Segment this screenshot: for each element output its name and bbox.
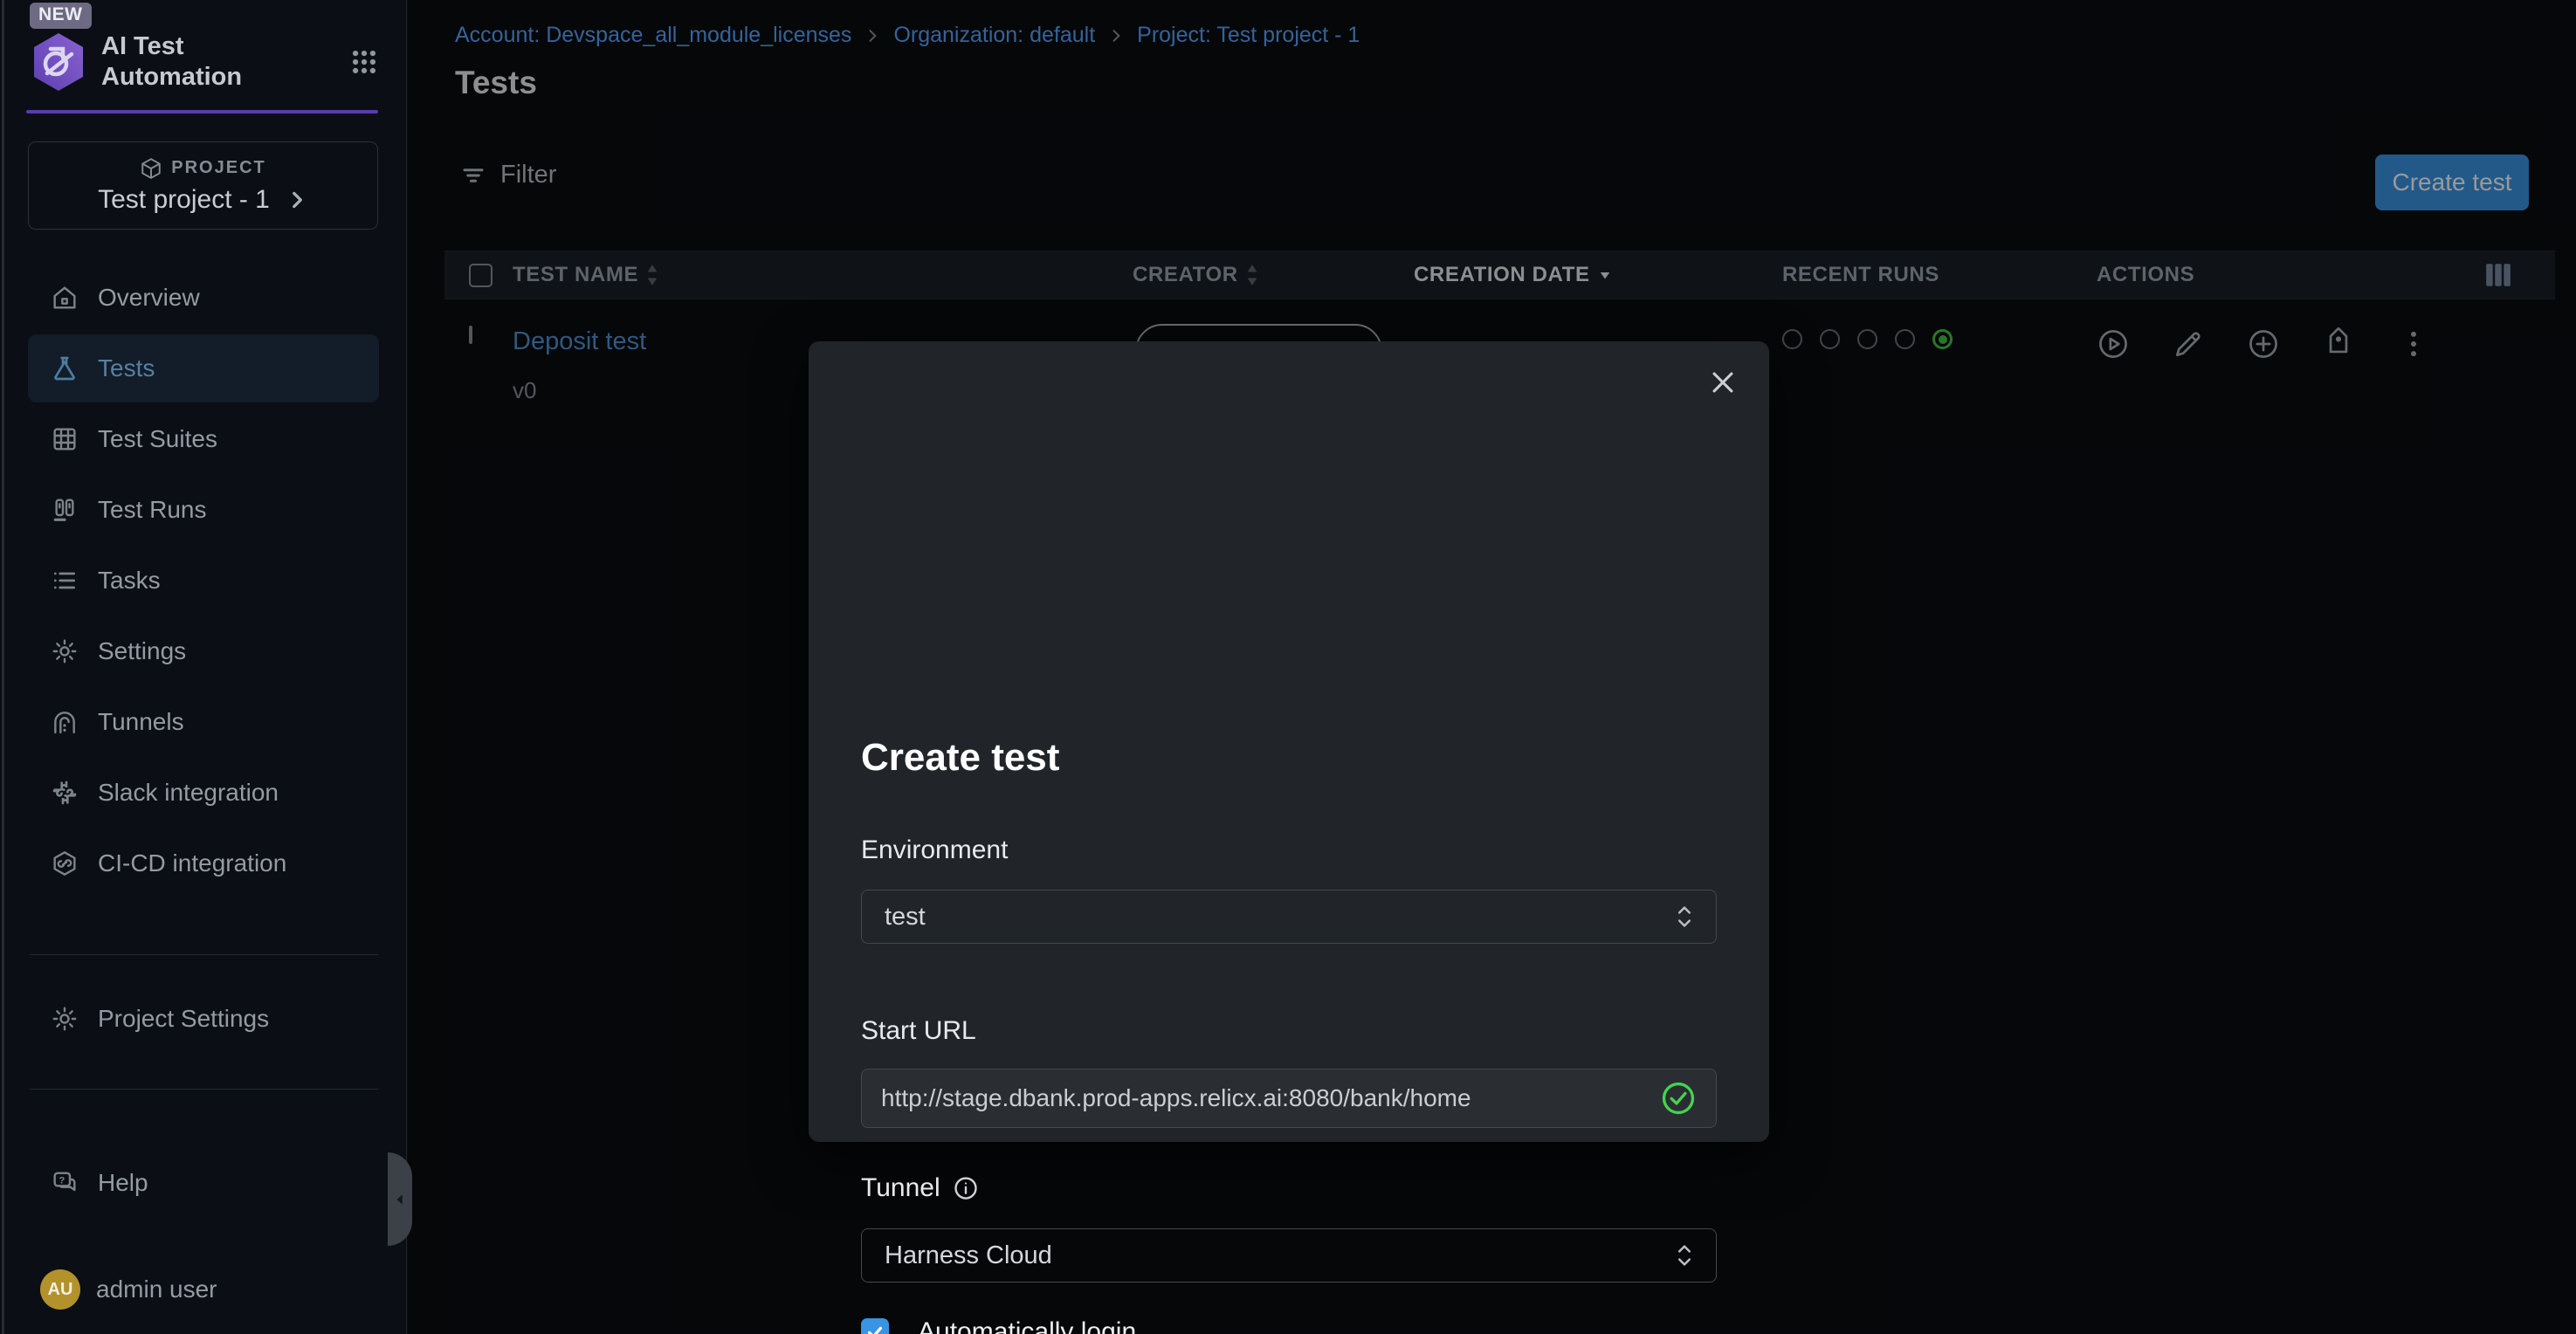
sidebar-item-label: Slack integration	[98, 779, 279, 807]
sidebar-item-label: Tunnels	[98, 708, 184, 736]
svg-text:?: ?	[59, 1176, 65, 1186]
brand: AI Test Automation	[30, 31, 379, 93]
tunnel-icon	[51, 708, 79, 736]
start-url-label: Start URL	[861, 1016, 976, 1046]
home-icon	[51, 284, 79, 312]
cicd-icon	[51, 849, 79, 877]
chevron-right-icon	[286, 189, 308, 211]
sidebar-collapse-handle[interactable]	[388, 1152, 412, 1246]
sidebar-item-test-suites[interactable]: Test Suites	[28, 405, 379, 473]
auto-login-checkbox[interactable]	[861, 1318, 889, 1334]
sidebar-item-tests[interactable]: Tests	[28, 334, 379, 402]
app-logo-icon	[30, 31, 87, 93]
sidebar-item-slack-integration[interactable]: Slack integration	[28, 759, 379, 827]
sidebar-item-overview[interactable]: Overview	[28, 264, 379, 332]
app-name: AI Test Automation	[101, 31, 285, 93]
sidebar-item-label: Tests	[98, 354, 155, 382]
gear-icon	[51, 637, 79, 665]
sidebar-item-tunnels[interactable]: Tunnels	[28, 688, 379, 756]
project-label: PROJECT	[171, 158, 265, 178]
app-root: NEW AI Test Automation	[0, 0, 2576, 1334]
check-icon	[865, 1323, 885, 1334]
slack-icon	[51, 779, 79, 807]
valid-check-icon	[1660, 1080, 1697, 1117]
sidebar-nav: Overview Tests Test Suites Test Runs	[0, 261, 407, 900]
project-selector[interactable]: PROJECT Test project - 1	[28, 141, 378, 230]
start-url-field	[861, 1069, 1717, 1128]
sidebar-item-label: Test Suites	[98, 425, 217, 453]
info-icon[interactable]	[953, 1175, 979, 1201]
sidebar-item-cicd-integration[interactable]: CI-CD integration	[28, 829, 379, 897]
sidebar-item-tasks[interactable]: Tasks	[28, 547, 379, 615]
start-url-input[interactable]	[881, 1084, 1660, 1112]
window-edge	[2, 0, 4, 1334]
sidebar-divider	[30, 1089, 378, 1090]
sidebar-item-label: Tasks	[98, 567, 161, 595]
close-icon[interactable]	[1708, 368, 1738, 397]
tunnel-label: Tunnel	[861, 1173, 979, 1203]
user-menu[interactable]: AU admin user	[28, 1255, 379, 1324]
test-runs-icon	[51, 496, 79, 524]
sidebar-item-test-runs[interactable]: Test Runs	[28, 476, 379, 544]
grid-icon	[51, 425, 79, 453]
select-chevrons-icon	[1676, 1242, 1693, 1269]
sidebar-item-label: Project Settings	[98, 1005, 269, 1033]
sidebar-item-label: Settings	[98, 637, 186, 665]
auto-login-label: Automatically login	[918, 1317, 1136, 1334]
avatar: AU	[40, 1269, 80, 1310]
select-chevrons-icon	[1676, 904, 1693, 930]
environment-label: Environment	[861, 835, 1008, 865]
sidebar-item-help[interactable]: ? Help	[28, 1149, 379, 1217]
user-name: admin user	[96, 1276, 217, 1303]
sidebar-item-label: Help	[98, 1169, 148, 1197]
help-chat-icon: ?	[51, 1169, 79, 1197]
environment-select[interactable]: test	[861, 890, 1717, 944]
sidebar-item-project-settings[interactable]: Project Settings	[28, 985, 379, 1053]
flask-icon	[51, 354, 79, 382]
auto-login-row: Automatically login	[861, 1317, 1136, 1334]
task-list-icon	[51, 567, 79, 595]
sidebar-item-label: Overview	[98, 284, 200, 312]
tunnel-select[interactable]: Harness Cloud	[861, 1228, 1717, 1282]
modal-title: Create test	[861, 736, 1059, 780]
app-grid-icon[interactable]	[349, 47, 379, 77]
project-name: Test project - 1	[98, 185, 270, 215]
brand-divider	[26, 110, 378, 113]
chevron-left-icon	[390, 1190, 410, 1209]
gear-icon	[51, 1005, 79, 1033]
tunnel-value: Harness Cloud	[885, 1241, 1052, 1270]
create-test-modal: Create test Environment test Start URL T…	[809, 341, 1769, 1142]
sidebar-item-label: Test Runs	[98, 496, 207, 524]
sidebar-divider	[30, 954, 378, 955]
environment-value: test	[885, 903, 926, 932]
cube-icon	[140, 157, 162, 180]
sidebar-item-label: CI-CD integration	[98, 849, 286, 877]
new-badge: NEW	[30, 3, 92, 29]
sidebar-item-settings[interactable]: Settings	[28, 617, 379, 685]
sidebar: NEW AI Test Automation	[0, 0, 407, 1334]
